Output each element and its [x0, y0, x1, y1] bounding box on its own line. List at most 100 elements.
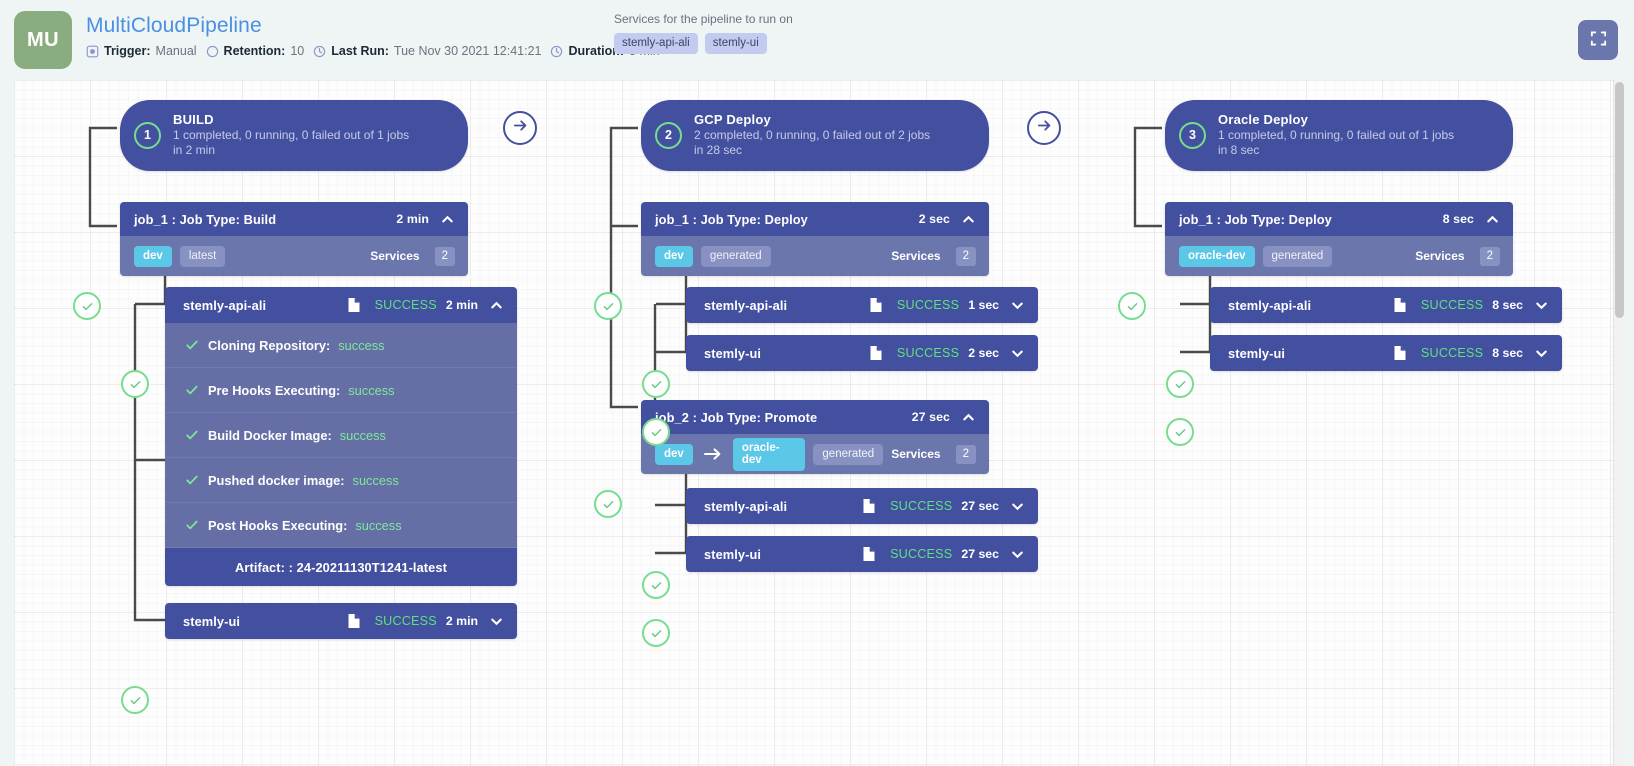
- document-icon[interactable]: [347, 613, 361, 629]
- job-card[interactable]: job_2 : Job Type: Promote 27 sec dev ora…: [641, 400, 989, 474]
- stage-pill[interactable]: 3 Oracle Deploy 1 completed, 0 running, …: [1165, 100, 1513, 171]
- chevron-up-icon[interactable]: [961, 212, 976, 227]
- services-count: 2: [955, 444, 976, 464]
- task-header[interactable]: stemly-ui SUCCESS 2 min: [165, 603, 517, 639]
- chevron-down-icon[interactable]: [1534, 346, 1549, 361]
- task-header[interactable]: stemly-ui SUCCESS 8 sec: [1210, 335, 1562, 371]
- canvas-scrollbar-thumb[interactable]: [1615, 82, 1624, 318]
- chevron-down-icon[interactable]: [1010, 499, 1025, 514]
- stage-number-badge: 3: [1179, 121, 1206, 149]
- status-node-success: [73, 292, 101, 320]
- env-tag[interactable]: dev: [134, 245, 172, 267]
- job-card[interactable]: job_1 : Job Type: Build 2 min dev latest…: [120, 202, 468, 276]
- check-icon: [185, 518, 199, 532]
- task-name: stemly-api-ali: [183, 297, 267, 313]
- stage-1-to-2-arrow[interactable]: [503, 111, 537, 145]
- task-step-list: Cloning Repository: success Pre Hooks Ex…: [165, 323, 517, 548]
- stage-2-to-3-arrow[interactable]: [1027, 111, 1061, 145]
- chevron-up-icon[interactable]: [961, 410, 976, 425]
- page-title[interactable]: MultiCloudPipeline: [86, 13, 660, 39]
- version-tag[interactable]: latest: [179, 245, 226, 267]
- document-icon[interactable]: [862, 546, 876, 562]
- task-name: stemly-api-ali: [704, 498, 788, 514]
- meta-trigger-value: Manual: [155, 44, 197, 58]
- env-tag[interactable]: oracle-dev: [1179, 245, 1255, 267]
- task-card[interactable]: stemly-api-ali SUCCESS 27 sec: [686, 488, 1038, 524]
- trigger-icon: [86, 45, 99, 58]
- task-card[interactable]: stemly-api-ali SUCCESS 8 sec: [1210, 287, 1562, 323]
- version-tag[interactable]: generated: [813, 443, 884, 465]
- stage-node-gcp-deploy[interactable]: 2 GCP Deploy 2 completed, 0 running, 0 f…: [641, 100, 989, 171]
- services-label: Services: [1415, 249, 1465, 263]
- fullscreen-button[interactable]: [1578, 20, 1618, 60]
- status-node-success: [642, 619, 670, 647]
- pipeline-meta-row: Trigger: Manual Retention: 10 Last Run: …: [86, 44, 660, 58]
- job-header[interactable]: job_2 : Job Type: Promote 27 sec: [641, 400, 989, 434]
- job-body: oracle-dev generated Services 2: [1165, 236, 1513, 276]
- service-chip[interactable]: stemly-api-ali: [614, 33, 698, 54]
- env-tag-target[interactable]: oracle-dev: [732, 437, 806, 471]
- job-header[interactable]: job_1 : Job Type: Build 2 min: [120, 202, 468, 236]
- env-tag-source[interactable]: dev: [655, 443, 693, 465]
- check-icon: [185, 338, 199, 352]
- task-step-label: Post Hooks Executing:: [208, 517, 348, 533]
- services-label: Services: [370, 249, 420, 263]
- job-duration: 8 sec: [1442, 212, 1474, 226]
- task-card[interactable]: stemly-ui SUCCESS 27 sec: [686, 536, 1038, 572]
- status-node-success: [642, 571, 670, 599]
- chevron-up-icon[interactable]: [440, 212, 455, 227]
- job-duration: 27 sec: [911, 410, 950, 424]
- job-header[interactable]: job_1 : Job Type: Deploy 8 sec: [1165, 202, 1513, 236]
- task-card[interactable]: stemly-ui SUCCESS 8 sec: [1210, 335, 1562, 371]
- chevron-down-icon[interactable]: [489, 614, 504, 629]
- task-status: SUCCESS: [890, 499, 953, 513]
- task-duration: 1 sec: [968, 298, 999, 312]
- chevron-up-icon[interactable]: [489, 298, 504, 313]
- chevron-up-icon[interactable]: [1485, 212, 1500, 227]
- env-tag[interactable]: dev: [655, 245, 693, 267]
- version-tag[interactable]: generated: [700, 245, 771, 267]
- task-status: SUCCESS: [890, 547, 953, 561]
- task-card[interactable]: stemly-ui SUCCESS 2 min: [165, 603, 517, 639]
- job-card[interactable]: job_1 : Job Type: Deploy 2 sec dev gener…: [641, 202, 989, 276]
- stage-node-build[interactable]: 1 BUILD 1 completed, 0 running, 0 failed…: [120, 100, 468, 171]
- stage-pill[interactable]: 2 GCP Deploy 2 completed, 0 running, 0 f…: [641, 100, 989, 171]
- stage-node-oracle-deploy[interactable]: 3 Oracle Deploy 1 completed, 0 running, …: [1165, 100, 1513, 171]
- chevron-down-icon[interactable]: [1010, 547, 1025, 562]
- task-header[interactable]: stemly-api-ali SUCCESS 8 sec: [1210, 287, 1562, 323]
- document-icon[interactable]: [347, 297, 361, 313]
- canvas-scrollbar[interactable]: [1613, 80, 1624, 766]
- chevron-down-icon[interactable]: [1010, 298, 1025, 313]
- task-card[interactable]: stemly-ui SUCCESS 2 sec: [686, 335, 1038, 371]
- document-icon[interactable]: [1393, 345, 1407, 361]
- services-count: 2: [434, 246, 455, 266]
- task-header[interactable]: stemly-api-ali SUCCESS 1 sec: [686, 287, 1038, 323]
- check-icon: [185, 428, 199, 442]
- pipeline-canvas[interactable]: 1 BUILD 1 completed, 0 running, 0 failed…: [14, 80, 1624, 766]
- task-name: stemly-ui: [704, 546, 762, 562]
- task-name: stemly-ui: [1228, 345, 1286, 361]
- job-card[interactable]: job_1 : Job Type: Deploy 8 sec oracle-de…: [1165, 202, 1513, 276]
- task-header[interactable]: stemly-api-ali SUCCESS 2 min: [165, 287, 517, 323]
- task-header[interactable]: stemly-api-ali SUCCESS 27 sec: [686, 488, 1038, 524]
- version-tag[interactable]: generated: [1262, 245, 1333, 267]
- status-node-success: [121, 686, 149, 714]
- status-node-success: [642, 418, 670, 446]
- avatar: MU: [14, 11, 72, 69]
- task-step: Cloning Repository: success: [165, 323, 517, 368]
- document-icon[interactable]: [869, 345, 883, 361]
- stage-pill[interactable]: 1 BUILD 1 completed, 0 running, 0 failed…: [120, 100, 468, 171]
- document-icon[interactable]: [1393, 297, 1407, 313]
- task-header[interactable]: stemly-ui SUCCESS 2 sec: [686, 335, 1038, 371]
- task-header[interactable]: stemly-ui SUCCESS 27 sec: [686, 536, 1038, 572]
- document-icon[interactable]: [862, 498, 876, 514]
- job-header[interactable]: job_1 : Job Type: Deploy 2 sec: [641, 202, 989, 236]
- task-step-status: success: [339, 427, 386, 443]
- chevron-down-icon[interactable]: [1534, 298, 1549, 313]
- service-chip[interactable]: stemly-ui: [704, 33, 767, 54]
- task-step: Post Hooks Executing: success: [165, 503, 517, 548]
- chevron-down-icon[interactable]: [1010, 346, 1025, 361]
- task-card[interactable]: stemly-api-ali SUCCESS 2 min Cloning Rep…: [165, 287, 517, 586]
- task-card[interactable]: stemly-api-ali SUCCESS 1 sec: [686, 287, 1038, 323]
- document-icon[interactable]: [869, 297, 883, 313]
